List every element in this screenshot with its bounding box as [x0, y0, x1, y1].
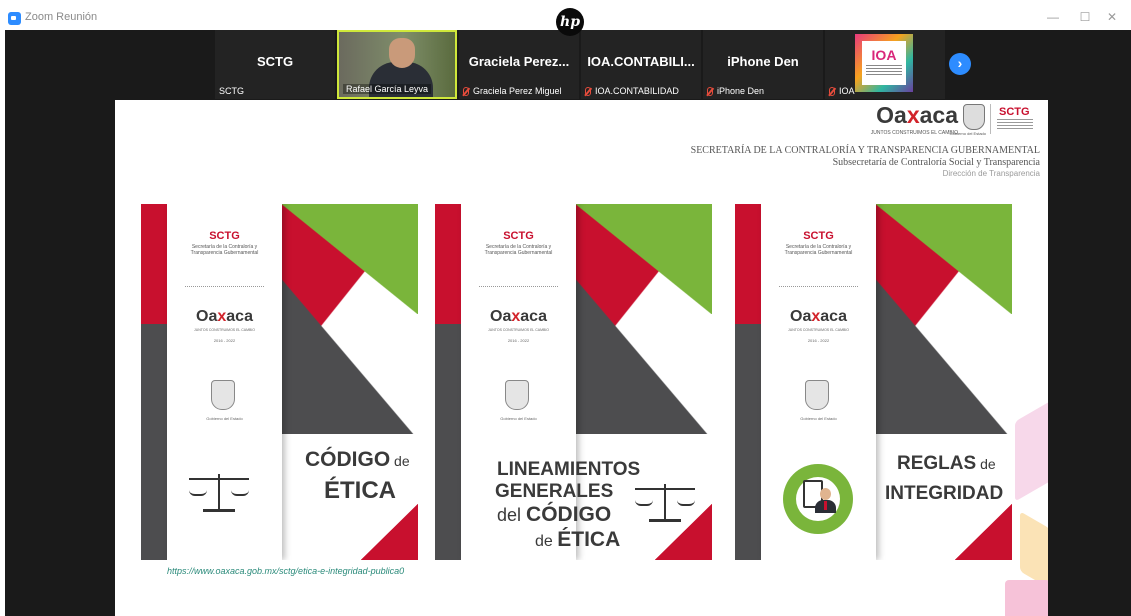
subsecretaria-title: Subsecretaría de Contraloría Social y Tr…: [832, 157, 1040, 168]
scales-icon: [635, 482, 695, 522]
participant-tile[interactable]: SCTG SCTG: [215, 30, 335, 99]
panel-years: 2016 - 2022: [807, 338, 830, 343]
oaxaca-logo: Oaxaca: [876, 102, 958, 128]
panel-tagline: JUNTOS CONSTRUIMOS EL CAMBIO: [487, 328, 550, 332]
participant-tile[interactable]: Graciela Perez... Graciela Perez Miguel: [459, 30, 579, 99]
participant-name: SCTG: [219, 86, 245, 96]
decor-shape: [1005, 580, 1048, 616]
ioa-logo-icon: IOA: [855, 34, 913, 92]
panel-sctg-sub: Secretaría de la Contraloría y Transpare…: [484, 244, 553, 256]
panel-oaxaca-logo: Oaxaca: [790, 308, 847, 325]
panel-gobierno: Gobierno del Estado: [800, 416, 837, 421]
mic-muted-icon: [585, 86, 591, 96]
shared-screen: Oaxaca JUNTOS CONSTRUIMOS EL CAMBIO Gobi…: [115, 100, 1048, 616]
panel-oaxaca-logo: Oaxaca: [490, 308, 547, 325]
close-button[interactable]: ✕: [1102, 10, 1122, 24]
participant-name: IOA.CONTABILIDAD: [585, 86, 679, 96]
panel-sctg-sub: Secretaría de la Contraloría y Transpare…: [784, 244, 853, 256]
cover-title-line2: GENERALES: [495, 481, 614, 502]
scales-icon: [189, 472, 249, 512]
zoom-logo-icon: [8, 12, 21, 25]
coat-of-arms-icon: [211, 380, 235, 410]
panel-gobierno: Gobierno del Estado: [206, 416, 243, 421]
direccion-title: Dirección de Transparencia: [942, 169, 1040, 178]
participant-tile[interactable]: IOA IOA: [825, 30, 945, 99]
mic-muted-icon: [829, 86, 835, 96]
cover-panel: SCTG Secretaría de la Contraloría y Tran…: [167, 204, 282, 560]
mic-muted-icon: [463, 86, 469, 96]
window-title: Zoom Reunión: [25, 11, 98, 23]
panel-sctg: SCTG: [503, 230, 534, 242]
panel-sctg: SCTG: [803, 230, 834, 242]
coat-of-arms-icon: [505, 380, 529, 410]
maximize-button[interactable]: ☐: [1075, 10, 1095, 24]
participant-name: iPhone Den: [707, 86, 764, 96]
meeting-area: SCTG SCTG Rafael García Leyva Graciela P…: [5, 30, 1131, 616]
cover-title-line3: del CÓDIGO: [497, 503, 612, 526]
person-head: [389, 38, 415, 68]
slide-url-link[interactable]: https://www.oaxaca.gob.mx/sctg/etica-e-i…: [167, 566, 404, 576]
participant-display-name: Graciela Perez...: [468, 54, 570, 69]
panel-years: 2016 - 2022: [507, 338, 530, 343]
sctg-logo: SCTG: [990, 104, 1040, 134]
panel-sctg-sub: Secretaría de la Contraloría y Transpare…: [190, 244, 259, 256]
participant-display-name: IOA.CONTABILI...: [587, 54, 695, 69]
decor-shape: [1020, 511, 1048, 589]
participant-display-name: SCTG: [256, 54, 294, 69]
cover-codigo-etica: SCTG Secretaría de la Contraloría y Tran…: [141, 204, 418, 560]
minimize-button[interactable]: —: [1043, 10, 1063, 24]
cover-title: REGLAS de: [897, 453, 996, 474]
cover-title-line4: de ÉTICA: [535, 528, 621, 551]
coat-of-arms-icon: [963, 104, 985, 130]
participant-video-tile[interactable]: Rafael García Leyva: [337, 30, 457, 99]
decor-shape: [1015, 398, 1048, 502]
cover-title: LINEAMIENTOS: [497, 459, 641, 480]
next-page-button[interactable]: ›: [949, 53, 971, 75]
panel-tagline: JUNTOS CONSTRUIMOS EL CAMBIO: [193, 328, 256, 332]
participant-tile[interactable]: IOA.CONTABILI... IOA.CONTABILIDAD: [581, 30, 701, 99]
hp-logo-icon: hp: [556, 8, 584, 36]
cover-reglas-integridad: SCTG Secretaría de la Contraloría y Tran…: [735, 204, 1012, 560]
panel-tagline: JUNTOS CONSTRUIMOS EL CAMBIO: [787, 328, 850, 332]
cover-lineamientos: SCTG Secretaría de la Contraloría y Tran…: [435, 204, 712, 560]
mic-muted-icon: [707, 86, 713, 96]
panel-oaxaca-logo: Oaxaca: [196, 308, 253, 325]
cover-title: CÓDIGO de: [305, 448, 410, 471]
integrity-icon: [783, 464, 853, 534]
participant-strip: SCTG SCTG Rafael García Leyva Graciela P…: [215, 30, 947, 99]
panel-sctg: SCTG: [209, 230, 240, 242]
participant-name: Rafael García Leyva: [343, 84, 432, 94]
participant-display-name: iPhone Den: [727, 54, 799, 69]
participant-name: Graciela Perez Miguel: [463, 86, 562, 96]
coat-of-arms-icon: [805, 380, 829, 410]
secretaria-title: SECRETARÍA DE LA CONTRALORÍA Y TRANSPARE…: [690, 145, 1040, 156]
participant-tile[interactable]: iPhone Den iPhone Den: [703, 30, 823, 99]
participant-name: IOA: [829, 86, 855, 96]
panel-years: 2016 - 2022: [213, 338, 236, 343]
cover-title-line2: ÉTICA: [324, 477, 396, 504]
oaxaca-tagline: JUNTOS CONSTRUIMOS EL CAMBIO: [870, 130, 958, 136]
coat-caption: Gobierno del Estado: [949, 131, 986, 136]
cover-title-line2: INTEGRIDAD: [885, 483, 1004, 504]
panel-gobierno: Gobierno del Estado: [500, 416, 537, 421]
